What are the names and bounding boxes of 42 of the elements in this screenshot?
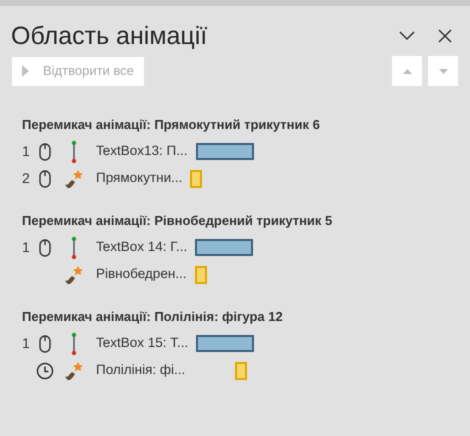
order-number: 2	[22, 169, 30, 188]
animation-item[interactable]: Полілінія: фі...	[22, 357, 470, 384]
order-number: 1	[22, 142, 30, 161]
pane-title: Область анімації	[11, 21, 208, 52]
star-figure-icon	[64, 264, 84, 284]
triangle-down-icon	[438, 68, 448, 74]
mouse-icon	[39, 142, 51, 160]
timing-bar	[196, 143, 254, 160]
motion-path-icon	[70, 332, 78, 356]
trigger-heading: Перемикач анімації: Прямокутний трикутник 6	[22, 116, 321, 134]
animation-item[interactable]: 1 TextBox 14: Г...	[22, 234, 470, 261]
trigger-heading: Перемикач анімації: Рівнобедрений трикутник 5	[22, 212, 334, 230]
animation-label: Прямокутни...	[96, 169, 182, 188]
order-number: 1	[22, 334, 30, 353]
motion-path-icon	[70, 236, 78, 260]
close-icon	[438, 29, 452, 43]
star-figure-icon	[64, 360, 84, 380]
trigger-heading: Перемикач анімації: Полілінія: фігура 12	[22, 308, 284, 326]
motion-path-icon	[70, 140, 78, 164]
animation-label: TextBox 15: Т...	[96, 334, 188, 352]
star-figure-icon	[64, 168, 84, 188]
animation-label: Полілінія: фі...	[96, 361, 186, 380]
animation-label: TextBox 14: Г...	[96, 238, 188, 256]
timing-bar	[196, 335, 254, 352]
chevron-down-icon	[399, 31, 415, 41]
mouse-icon	[39, 334, 51, 352]
timing-bar	[235, 362, 248, 380]
animation-item[interactable]: 1 TextBox13: П...	[22, 138, 470, 165]
mouse-icon	[39, 238, 51, 256]
animation-label: Рівнобедрен...	[96, 265, 187, 284]
mouse-icon	[39, 170, 51, 188]
triangle-up-icon	[402, 68, 412, 74]
animation-item[interactable]: 2 Прямокутни...	[22, 165, 470, 192]
order-number: 1	[22, 238, 30, 257]
animation-item[interactable]: Рівнобедрен...	[22, 261, 470, 288]
play-icon	[22, 65, 29, 77]
clock-icon	[36, 362, 54, 380]
animation-item[interactable]: 1 TextBox 15: Т...	[22, 330, 470, 357]
animation-label: TextBox13: П...	[96, 142, 188, 160]
timing-bar	[190, 170, 202, 188]
timing-bar	[194, 266, 207, 284]
timing-bar	[195, 239, 254, 256]
